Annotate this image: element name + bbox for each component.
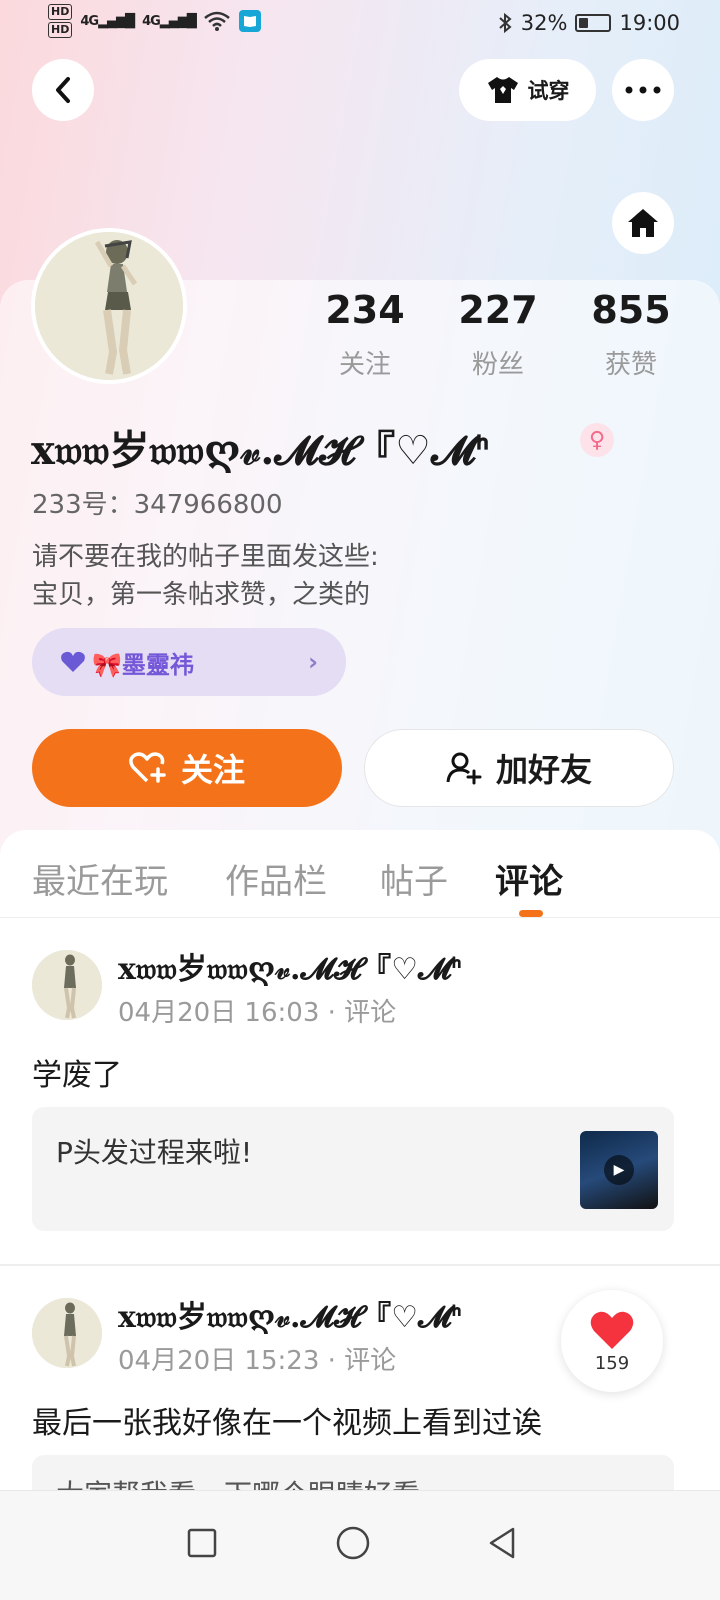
book-app-icon bbox=[238, 10, 261, 32]
fan-medal-badge[interactable]: 🎀墨靈祎 › bbox=[32, 628, 346, 696]
quoted-post[interactable]: P头发过程来啦! ▶ bbox=[32, 1107, 674, 1231]
heart-icon bbox=[590, 1311, 634, 1349]
signal-icon: 4G▂▄▆█ bbox=[80, 13, 135, 29]
quoted-post[interactable]: 大家帮我看一下哪个眼睛好看 bbox=[32, 1455, 674, 1495]
like-button[interactable]: 159 bbox=[561, 1290, 663, 1392]
recents-button[interactable] bbox=[172, 1513, 232, 1573]
medal-name: 🎀墨靈祎 bbox=[92, 650, 194, 679]
more-button[interactable] bbox=[612, 59, 674, 121]
back-button[interactable] bbox=[32, 59, 94, 121]
comment-item[interactable]: x𝔴𝔴岁𝔴𝔴ღ𝓋.𝓜𝓗『♡𝓜ᑋ 04月20日 16:03 · 评论 学废了 P头… bbox=[0, 940, 720, 1262]
wifi-icon bbox=[203, 11, 230, 31]
status-indicators: HD HD 4G▂▄▆█ 4G▂▄▆█ bbox=[48, 4, 262, 38]
avatar[interactable] bbox=[31, 228, 187, 384]
status-right: 32% 19:00 bbox=[497, 11, 680, 35]
battery-percent: 32% bbox=[520, 11, 568, 35]
avatar-figure-image bbox=[35, 232, 183, 380]
add-friend-button[interactable]: 加好友 bbox=[364, 729, 674, 807]
comment-meta: 04月20日 16:03 · 评论 bbox=[118, 998, 397, 1028]
stat-followers[interactable]: 227 粉丝 bbox=[428, 288, 568, 381]
square-icon bbox=[187, 1528, 217, 1558]
home-button[interactable] bbox=[612, 192, 674, 254]
triangle-back-icon bbox=[489, 1527, 515, 1559]
bio-line: 宝贝，第一条帖求赞，之类的 bbox=[32, 580, 371, 610]
bio-line: 请不要在我的帖子里面发这些: bbox=[32, 542, 379, 572]
stat-number: 234 bbox=[325, 288, 405, 332]
avatar[interactable] bbox=[32, 950, 102, 1020]
tab-posts[interactable]: 帖子 bbox=[380, 854, 448, 903]
battery-icon bbox=[575, 14, 612, 32]
bluetooth-icon bbox=[499, 12, 512, 34]
stat-number: 855 bbox=[591, 288, 671, 332]
system-nav-bar bbox=[0, 1490, 720, 1600]
avatar-figure-image bbox=[32, 1298, 102, 1368]
heart-plus-icon bbox=[129, 752, 166, 783]
tab-recently-played[interactable]: 最近在玩 bbox=[32, 854, 168, 903]
play-icon: ▶ bbox=[604, 1155, 634, 1185]
status-bar: HD HD 4G▂▄▆█ 4G▂▄▆█ 32% 19:00 bbox=[0, 0, 720, 50]
comment-text: 最后一张我好像在一个视频上看到过诶 bbox=[32, 1406, 542, 1441]
home-icon bbox=[628, 209, 658, 237]
hd-icon: HD bbox=[48, 22, 73, 38]
tab-comments[interactable]: 评论 bbox=[495, 854, 563, 903]
chevron-left-icon bbox=[56, 77, 70, 103]
stat-following[interactable]: 234 关注 bbox=[295, 288, 435, 381]
hd-icons: HD HD bbox=[48, 4, 73, 38]
try-on-button[interactable]: 试穿 bbox=[459, 59, 596, 121]
comment-author[interactable]: x𝔴𝔴岁𝔴𝔴ღ𝓋.𝓜𝓗『♡𝓜ᑋ bbox=[118, 1292, 462, 1336]
home-nav-button[interactable] bbox=[323, 1513, 383, 1573]
tshirt-icon bbox=[487, 77, 518, 103]
female-gender-icon: ♀ bbox=[580, 423, 614, 457]
chevron-right-icon: › bbox=[308, 648, 318, 676]
more-icon bbox=[625, 86, 661, 94]
battery-fill bbox=[579, 18, 589, 28]
avatar[interactable] bbox=[32, 1298, 102, 1368]
video-thumbnail[interactable]: ▶ bbox=[580, 1131, 658, 1209]
hd-icon: HD bbox=[48, 4, 73, 20]
try-on-label: 试穿 bbox=[527, 79, 570, 103]
add-friend-label: 加好友 bbox=[495, 751, 592, 789]
comment-author[interactable]: x𝔴𝔴岁𝔴𝔴ღ𝓋.𝓜𝓗『♡𝓜ᑋ bbox=[118, 944, 462, 988]
profile-username: x𝔴𝔴岁𝔴𝔴ღ𝓋.𝓜𝓗『♡𝓜ᑋ bbox=[31, 427, 490, 474]
active-tab-indicator bbox=[519, 910, 543, 917]
profile-bio: 请不要在我的帖子里面发这些: 宝贝，第一条帖求赞，之类的 bbox=[32, 538, 379, 614]
stat-label: 关注 bbox=[338, 350, 391, 380]
like-count: 159 bbox=[594, 1352, 630, 1374]
add-user-icon bbox=[446, 752, 482, 785]
back-nav-button[interactable] bbox=[472, 1513, 532, 1573]
stat-label: 粉丝 bbox=[471, 350, 524, 380]
tab-works[interactable]: 作品栏 bbox=[225, 854, 327, 903]
quoted-post-title: P头发过程来啦! bbox=[56, 1136, 253, 1169]
clock: 19:00 bbox=[619, 11, 680, 35]
profile-tabs: 最近在玩 作品栏 帖子 评论 bbox=[0, 830, 720, 918]
signal-icon: 4G▂▄▆█ bbox=[142, 13, 197, 29]
follow-button[interactable]: 关注 bbox=[32, 729, 342, 807]
avatar-figure-image bbox=[32, 950, 102, 1020]
stat-likes[interactable]: 855 获赞 bbox=[561, 288, 701, 381]
divider bbox=[0, 1264, 720, 1266]
purple-heart-icon bbox=[61, 651, 85, 672]
comment-meta: 04月20日 15:23 · 评论 bbox=[118, 1346, 397, 1376]
stat-label: 获赞 bbox=[604, 350, 657, 380]
comment-text: 学废了 bbox=[32, 1058, 122, 1093]
stat-number: 227 bbox=[458, 288, 538, 332]
circle-icon bbox=[336, 1526, 370, 1560]
follow-label: 关注 bbox=[180, 751, 245, 789]
user-id: 233号：347966800 bbox=[32, 490, 283, 520]
